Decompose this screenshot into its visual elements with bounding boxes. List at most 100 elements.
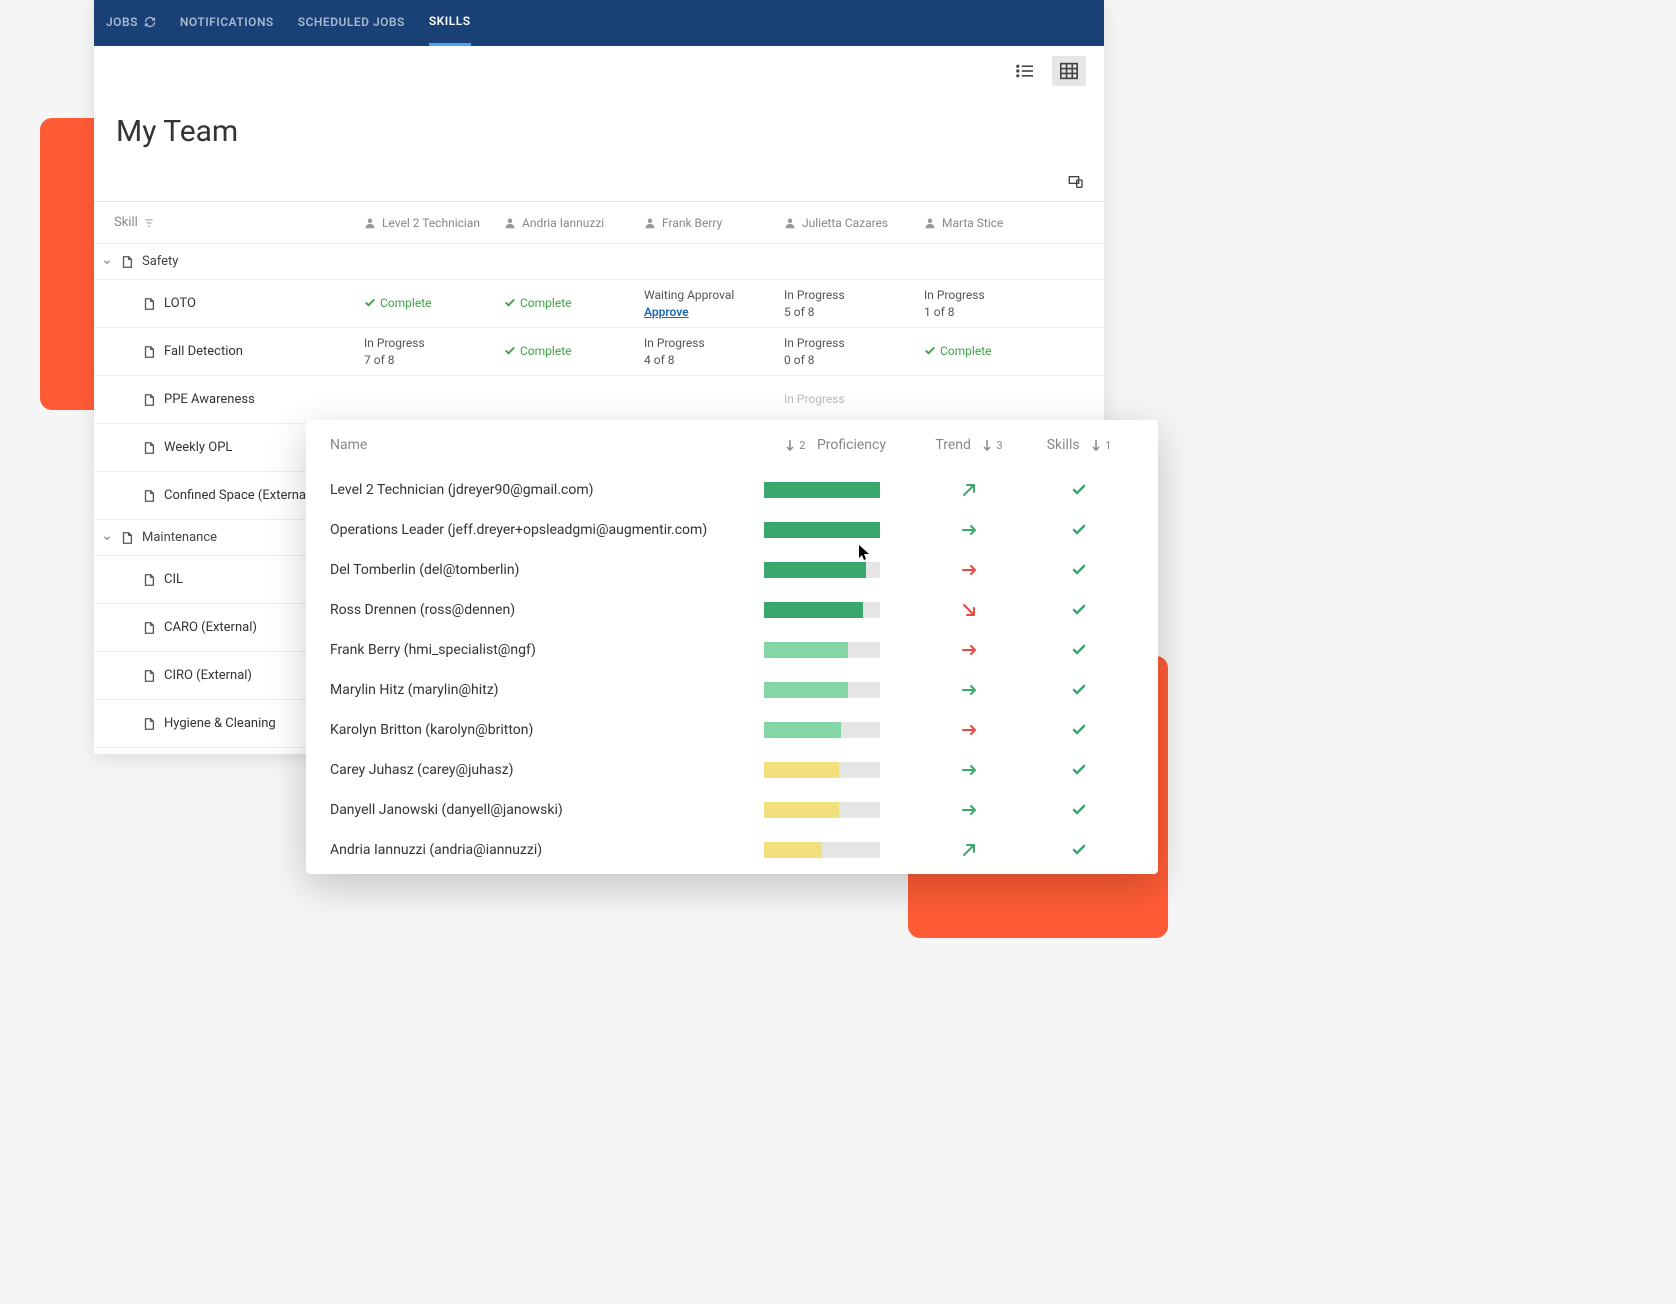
person-icon [924,217,936,229]
skills-cell [1024,562,1134,578]
sort-down-icon [785,439,795,451]
proficiency-bar [764,722,914,738]
col-header-0-label: Level 2 Technician [382,216,480,230]
trend-cell [914,802,1024,818]
chevron-down-icon[interactable] [102,533,112,543]
trend-cell [914,562,1024,578]
col-header-4-label: Marta Stice [942,216,1003,230]
trend-right-icon [961,802,977,818]
col-header-2[interactable]: Frank Berry [644,216,784,230]
skill-label: Confined Space (External) [164,488,314,503]
col-header-4[interactable]: Marta Stice [924,216,1064,230]
nav-scheduled-jobs[interactable]: SCHEDULED JOBS [298,15,405,31]
chevron-down-icon[interactable] [102,257,112,267]
status-in-progress: In Progress0 of 8 [784,335,924,369]
status-cutoff: In Progress [784,391,924,408]
nav-notifications-label: NOTIFICATIONS [180,15,274,29]
proficiency-row[interactable]: Carey Juhasz (carey@juhasz) [306,750,1158,790]
top-nav: JOBS NOTIFICATIONS SCHEDULED JOBS SKILLS [94,0,1104,46]
decorative-bg-top [40,118,94,410]
row-name: Ross Drennen (ross@dennen) [330,602,764,618]
trend-right-icon [961,682,977,698]
proficiency-row[interactable]: Karolyn Britton (karolyn@britton) [306,710,1158,750]
skills-cell [1024,802,1134,818]
skills-cell [1024,482,1134,498]
proficiency-row[interactable]: Danyell Janowski (danyell@janowski) [306,790,1158,830]
status-complete: Complete [924,343,1064,360]
skills-cell [1024,642,1134,658]
skill-column-header[interactable]: Skill [94,215,364,230]
row-name: Operations Leader (jeff.dreyer+opsleadgm… [330,522,764,538]
skill-name-cell[interactable]: LOTO [94,296,364,311]
proficiency-row[interactable]: Marylin Hitz (marylin@hitz) [306,670,1158,710]
col-header-0[interactable]: Level 2 Technician [364,216,504,230]
checkmark-icon [1071,722,1087,738]
overlay-col-skills[interactable]: Skills 1 [1024,437,1134,453]
nav-jobs[interactable]: JOBS [106,15,156,31]
col-header-3[interactable]: Julietta Cazares [784,216,924,230]
overlay-col-proficiency[interactable]: 2 Proficiency [764,437,914,453]
proficiency-row[interactable]: Del Tomberlin (del@tomberlin) [306,550,1158,590]
trend-cell [914,682,1024,698]
col-header-2-label: Frank Berry [662,216,722,230]
nav-scheduled-label: SCHEDULED JOBS [298,15,405,29]
skills-cell [1024,842,1134,858]
checkmark-icon [1071,682,1087,698]
checkmark-icon [924,345,936,357]
trend-up-right-icon [961,482,977,498]
list-view-button[interactable] [1008,56,1042,86]
row-name: Karolyn Britton (karolyn@britton) [330,722,764,738]
nav-jobs-label: JOBS [106,15,138,29]
skills-cell [1024,522,1134,538]
skill-label: LOTO [164,296,196,311]
person-icon [504,217,516,229]
checkmark-icon [504,297,516,309]
skills-cell [1024,722,1134,738]
nav-notifications[interactable]: NOTIFICATIONS [180,15,274,31]
grid-view-button[interactable] [1052,56,1086,86]
skill-label: CARO (External) [164,620,257,635]
status-complete: Complete [504,343,644,360]
proficiency-bar [764,762,914,778]
row-name: Del Tomberlin (del@tomberlin) [330,562,764,578]
proficiency-row[interactable]: Frank Berry (hmi_specialist@ngf) [306,630,1158,670]
page-title: My Team [94,96,1104,163]
proficiency-row[interactable]: Andria Iannuzzi (andria@iannuzzi) [306,830,1158,870]
approve-link[interactable]: Approve [644,305,689,319]
document-icon [142,573,156,587]
proficiency-bar [764,522,914,538]
overlay-col-trend[interactable]: Trend 3 [914,437,1024,453]
skill-name-cell[interactable]: PPE Awareness [94,392,364,407]
proficiency-bar [764,682,914,698]
list-icon [1015,63,1035,79]
skill-name-cell[interactable]: Fall Detection [94,344,364,359]
category-name: Maintenance [142,530,217,545]
category-row[interactable]: Safety [94,244,1104,280]
grid-header-row: Skill Level 2 Technician Andria Iannuzzi… [94,202,1104,244]
checkmark-icon [1071,522,1087,538]
proficiency-row[interactable]: Ross Drennen (ross@dennen) [306,590,1158,630]
skill-row: Fall DetectionIn Progress7 of 8CompleteI… [94,328,1104,376]
trend-right-icon [961,762,977,778]
skill-label: Fall Detection [164,344,243,359]
proficiency-row[interactable]: Level 2 Technician (jdreyer90@gmail.com) [306,470,1158,510]
skill-row: LOTOCompleteCompleteWaiting ApprovalAppr… [94,280,1104,328]
trend-cell [914,602,1024,618]
status-complete: Complete [504,295,644,312]
col-header-1[interactable]: Andria Iannuzzi [504,216,644,230]
checkmark-icon [1071,802,1087,818]
device-icon[interactable] [1068,175,1084,189]
overlay-col-name[interactable]: Name [330,437,764,453]
proficiency-bar [764,602,914,618]
col-header-3-label: Julietta Cazares [802,216,888,230]
person-icon [364,217,376,229]
nav-skills[interactable]: SKILLS [429,0,471,46]
checkmark-icon [1071,642,1087,658]
skill-label: Weekly OPL [164,440,232,455]
trend-down-right-icon [961,602,977,618]
checkmark-icon [1071,562,1087,578]
trend-cell [914,522,1024,538]
document-icon [142,489,156,503]
status-in-progress: In Progress4 of 8 [644,335,784,369]
proficiency-row[interactable]: Operations Leader (jeff.dreyer+opsleadgm… [306,510,1158,550]
